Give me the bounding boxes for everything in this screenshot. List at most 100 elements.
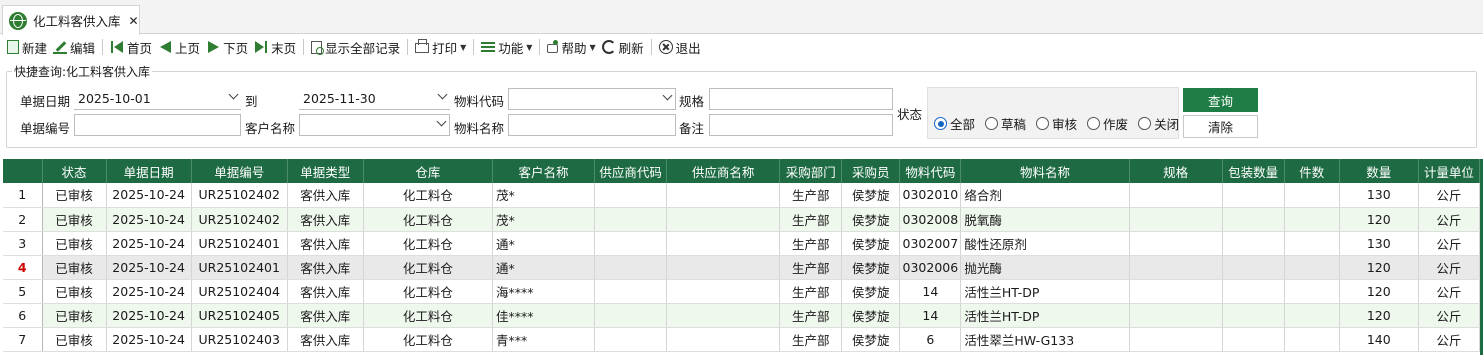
table-cell[interactable]: 络合剂 [960,183,1130,208]
table-row[interactable]: 6 已审核 2025-10-24 UR25102405 客供入库 化工料仓 佳**** 生产部… [3,303,1481,328]
table-cell[interactable]: 化工料仓 [363,231,493,256]
table-cell[interactable] [666,207,781,232]
column-header[interactable] [3,159,43,183]
row-number-cell[interactable]: 4 [3,255,43,280]
table-cell[interactable]: 客供入库 [287,303,364,328]
column-header[interactable]: 物料名称 [960,159,1130,183]
table-cell[interactable]: 侯梦旋 [841,231,901,256]
table-cell[interactable]: UR25102402 [191,183,288,208]
table-cell[interactable]: 已审核 [42,207,107,232]
table-cell[interactable] [1129,303,1223,328]
table-cell[interactable] [666,183,781,208]
table-cell[interactable]: 公斤 [1418,327,1481,352]
table-cell[interactable] [1284,183,1340,208]
table-row[interactable]: 5 已审核 2025-10-24 UR25102404 客供入库 化工料仓 海**** 生产部… [3,279,1481,304]
table-cell[interactable]: 茂* [492,207,596,232]
table-cell[interactable]: 客供入库 [287,183,364,208]
table-cell[interactable]: 2025-10-24 [106,255,192,280]
table-cell[interactable]: 140 [1339,327,1419,352]
exit-button[interactable]: 退出 [656,36,704,58]
table-cell[interactable]: 130 [1339,231,1419,256]
table-cell[interactable]: 茂* [492,183,596,208]
table-cell[interactable]: 2025-10-24 [106,207,192,232]
table-cell[interactable]: 0302008 [899,207,962,232]
table-cell[interactable] [594,255,668,280]
table-cell[interactable]: 化工料仓 [363,303,493,328]
table-cell[interactable] [1222,303,1285,328]
next-page-button[interactable]: 下页 [203,36,251,58]
table-cell[interactable] [1222,231,1285,256]
table-cell[interactable]: UR25102402 [191,207,288,232]
table-cell[interactable] [1284,231,1340,256]
table-cell[interactable] [1129,183,1223,208]
table-cell[interactable]: 化工料仓 [363,207,493,232]
table-cell[interactable]: UR25102404 [191,279,288,304]
row-number-cell[interactable]: 5 [3,279,43,304]
table-cell[interactable] [1222,327,1285,352]
material-code-select[interactable] [508,88,676,110]
material-name-input[interactable] [508,114,676,136]
table-cell[interactable]: 已审核 [42,183,107,208]
table-cell[interactable] [1284,327,1340,352]
table-cell[interactable] [666,255,781,280]
table-cell[interactable] [594,207,668,232]
table-cell[interactable]: 海**** [492,279,596,304]
table-cell[interactable]: 通* [492,255,596,280]
table-cell[interactable]: 2025-10-24 [106,279,192,304]
table-cell[interactable] [594,303,668,328]
table-row[interactable]: 1 已审核 2025-10-24 UR25102402 客供入库 化工料仓 茂* 生产部 侯梦旋… [3,183,1481,208]
table-cell[interactable]: 2025-10-24 [106,183,192,208]
table-cell[interactable]: 脱氧酶 [960,207,1130,232]
table-cell[interactable]: 生产部 [779,207,843,232]
table-cell[interactable]: UR25102403 [191,327,288,352]
column-header[interactable]: 供应商名称 [666,159,781,183]
table-cell[interactable] [1284,279,1340,304]
row-number-cell[interactable]: 1 [3,183,43,208]
query-button[interactable]: 查询 [1183,88,1258,112]
table-cell[interactable]: 2025-10-24 [106,303,192,328]
column-header[interactable]: 采购部门 [779,159,843,183]
column-header[interactable]: 状态 [42,159,107,183]
row-number-cell[interactable]: 2 [3,207,43,232]
spec-input[interactable] [709,88,893,110]
table-row[interactable]: 3 已审核 2025-10-24 UR25102401 客供入库 化工料仓 通* 生产部 侯梦旋… [3,231,1481,256]
table-cell[interactable]: 化工料仓 [363,255,493,280]
table-cell[interactable]: 公斤 [1418,303,1481,328]
close-icon[interactable]: ✕ [129,14,139,28]
function-menu-button[interactable]: 功能 ▼ [478,36,535,58]
table-cell[interactable] [666,327,781,352]
clear-button[interactable]: 清除 [1183,115,1258,138]
table-cell[interactable]: UR25102405 [191,303,288,328]
table-cell[interactable]: 120 [1339,279,1419,304]
column-header[interactable]: 件数 [1284,159,1340,183]
column-header[interactable]: 包装数量 [1222,159,1285,183]
table-cell[interactable]: 化工料仓 [363,279,493,304]
table-cell[interactable] [1129,327,1223,352]
table-cell[interactable]: 化工料仓 [363,327,493,352]
table-cell[interactable] [1222,255,1285,280]
table-cell[interactable]: 客供入库 [287,231,364,256]
prev-page-button[interactable]: 上页 [155,36,203,58]
table-cell[interactable]: 130 [1339,183,1419,208]
status-radio-closed[interactable]: 关闭 [1138,114,1179,133]
table-cell[interactable]: 0302010 [899,183,962,208]
table-cell[interactable]: 120 [1339,207,1419,232]
table-row[interactable]: 4 已审核 2025-10-24 UR25102401 客供入库 化工料仓 通* 生产部 侯梦旋… [3,255,1481,280]
table-cell[interactable] [1284,207,1340,232]
table-cell[interactable]: 已审核 [42,327,107,352]
first-page-button[interactable]: 首页 [107,36,155,58]
column-header[interactable]: 规格 [1129,159,1223,183]
chevron-down-icon[interactable] [436,116,447,127]
status-radio-draft[interactable]: 草稿 [985,114,1026,133]
table-cell[interactable]: 公斤 [1418,231,1481,256]
status-radio-approved[interactable]: 审核 [1036,114,1077,133]
table-row[interactable]: 2 已审核 2025-10-24 UR25102402 客供入库 化工料仓 茂* 生产部 侯梦旋… [3,207,1481,232]
table-cell[interactable]: 佳**** [492,303,596,328]
last-page-button[interactable]: 末页 [251,36,299,58]
table-cell[interactable]: 2025-10-24 [106,327,192,352]
column-header[interactable]: 单据日期 [106,159,192,183]
column-header[interactable]: 仓库 [363,159,493,183]
row-number-cell[interactable]: 6 [3,303,43,328]
table-cell[interactable]: 生产部 [779,183,843,208]
column-header[interactable]: 单据类型 [287,159,364,183]
